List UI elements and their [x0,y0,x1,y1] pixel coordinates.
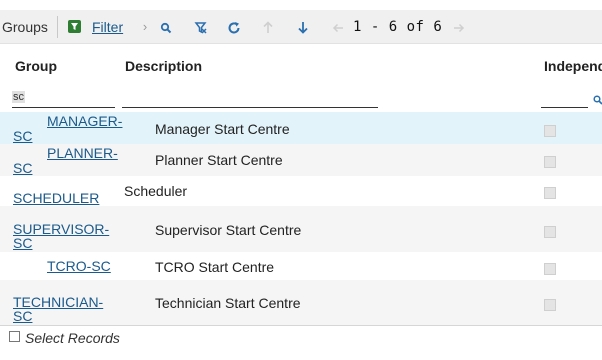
table-row[interactable]: PLANNER- SC Planner Start Centre [0,144,602,176]
arrow-up-icon[interactable] [260,10,276,44]
group-link[interactable]: MANAGER- [47,114,122,129]
previous-page-icon[interactable] [330,10,346,44]
column-header-description[interactable]: Description [125,58,202,74]
row-description: Planner Start Centre [155,152,283,168]
search-icon[interactable] [158,10,174,44]
group-link-cont[interactable]: SC [13,161,32,176]
filter-toggle-icon[interactable] [68,20,81,33]
table-title: Groups [2,19,48,35]
table-row[interactable]: TCRO-SC TCRO Start Centre [0,252,602,280]
independent-checkbox[interactable] [544,299,556,311]
toolbar-divider [57,16,58,38]
row-description: Supervisor Start Centre [155,222,302,238]
filter-link[interactable]: Filter [92,10,123,44]
next-page-icon[interactable] [451,10,467,44]
independent-checkbox[interactable] [544,187,556,199]
refresh-icon[interactable] [226,10,242,44]
table-row[interactable]: SUPERVISOR- SC Supervisor Start Centre [0,206,602,252]
filter-search-icon[interactable] [593,92,602,110]
chevron-right-icon[interactable]: › [137,10,153,44]
select-records-label[interactable]: Select Records [25,330,120,346]
group-link[interactable]: SCHEDULER [13,191,99,206]
arrow-down-icon[interactable] [295,10,311,44]
column-header-independent[interactable]: Independ [544,58,602,74]
row-description: TCRO Start Centre [155,259,275,275]
group-link[interactable]: TCRO-SC [47,259,111,274]
group-link-cont[interactable]: SC [13,236,32,251]
group-filter-value[interactable]: sc [12,91,25,103]
row-description: Scheduler [124,183,188,199]
clear-filter-icon[interactable] [192,10,208,44]
description-filter-input[interactable] [122,88,378,108]
column-header-group[interactable]: Group [15,58,57,74]
independent-checkbox[interactable] [544,226,556,238]
table-toolbar: Groups Filter › 1 - 6 of 6 [0,10,602,44]
select-records-checkbox[interactable] [9,331,20,342]
table-row[interactable]: TECHNICIAN- SC Technician Start Centre [0,280,602,325]
group-link[interactable]: PLANNER- [47,146,118,161]
row-description: Manager Start Centre [155,121,290,137]
record-count: 1 - 6 of 6 [353,19,443,35]
footer-divider [0,325,602,326]
row-description: Technician Start Centre [155,295,301,311]
independent-checkbox[interactable] [544,263,556,275]
independent-checkbox[interactable] [544,156,556,168]
independent-filter-input[interactable] [541,88,588,108]
group-filter-input[interactable] [12,88,115,108]
table-row[interactable]: SCHEDULER Scheduler [0,176,602,206]
independent-checkbox[interactable] [544,125,556,137]
table-row[interactable]: MANAGER- SC Manager Start Centre [0,112,602,144]
group-link-cont[interactable]: SC [13,309,32,324]
group-link-cont[interactable]: SC [13,129,32,144]
